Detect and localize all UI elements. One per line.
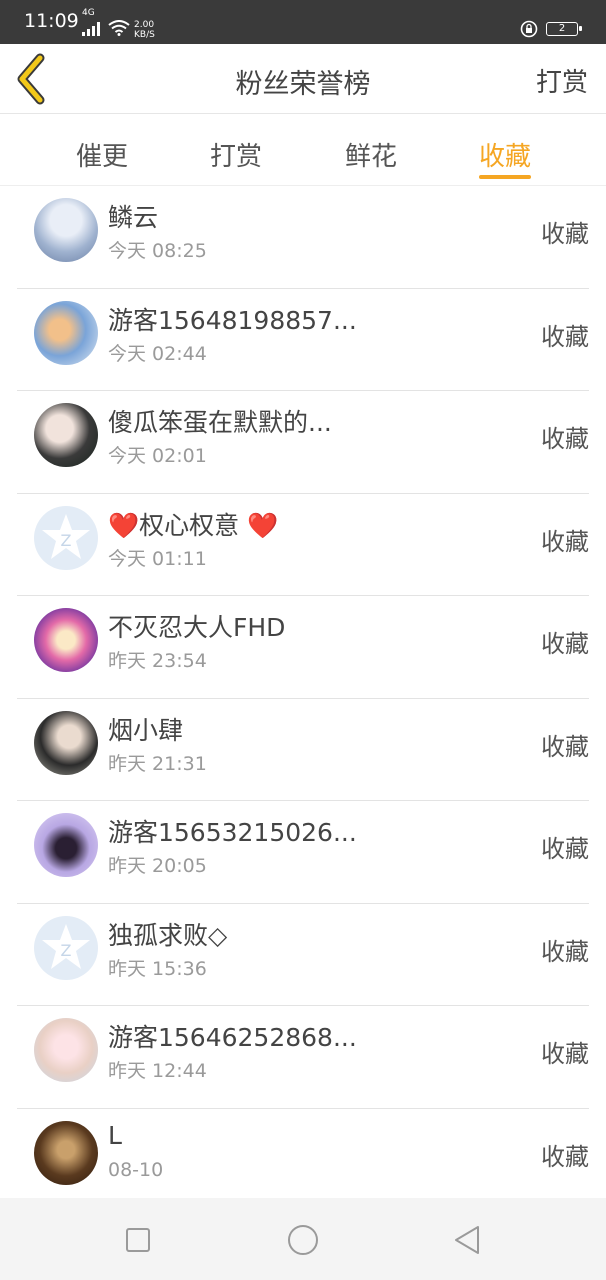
default-avatar-icon: Z: [42, 923, 90, 969]
user-name: 游客15646252868...: [108, 1023, 357, 1052]
list-item[interactable]: L 08-10 收藏: [17, 1109, 589, 1199]
user-time: 昨天 23:54: [108, 650, 207, 672]
user-time: 08-10: [108, 1158, 164, 1181]
square-icon[interactable]: [118, 1220, 158, 1260]
user-time: 昨天 15:36: [108, 957, 207, 980]
avatar: Z: [34, 915, 98, 980]
user-name: 不灭忍大人FHD: [108, 613, 286, 642]
user-name: 游客15648198857...: [108, 305, 357, 335]
rotation-lock-icon: [520, 20, 538, 38]
list-item[interactable]: Z 独孤求败◇ 昨天 15:36 收藏: [17, 904, 589, 1006]
tab-urge[interactable]: 催更: [42, 136, 162, 173]
app-header: 粉丝荣誉榜 打赏: [0, 44, 606, 114]
signal-icon: [82, 22, 100, 36]
triangle-back-icon[interactable]: [448, 1220, 488, 1260]
action-label: 收藏: [541, 1142, 589, 1171]
action-label: 收藏: [541, 220, 589, 248]
list-item[interactable]: 游客15646252868... 昨天 12:44 收藏: [17, 1006, 589, 1109]
tab-reward[interactable]: 打赏: [176, 136, 296, 173]
wifi-icon: [108, 20, 130, 36]
tab-favorites[interactable]: 收藏: [445, 136, 565, 173]
action-label: 收藏: [541, 937, 589, 966]
list-item[interactable]: 游客15648198857... 今天 02:44 收藏: [17, 289, 589, 391]
circle-icon[interactable]: [283, 1220, 323, 1260]
system-nav-bar: [0, 1198, 606, 1280]
user-name: ❤️权心权意 ❤️: [108, 510, 279, 540]
reward-button[interactable]: 打赏: [536, 62, 588, 99]
avatar: [34, 300, 98, 365]
user-time: 今天 08:25: [108, 240, 207, 262]
user-time: 昨天 21:31: [108, 752, 207, 775]
action-label: 收藏: [541, 630, 589, 658]
status-time: 11:09: [24, 10, 79, 32]
tab-bar: 催更 打赏 鲜花 收藏: [0, 114, 606, 186]
default-avatar-icon: Z: [42, 513, 90, 559]
action-label: 收藏: [541, 322, 589, 351]
tab-flowers[interactable]: 鲜花: [311, 136, 431, 173]
status-bar: 11:09 4G 2.00 KB/S 2: [0, 0, 606, 44]
avatar: [34, 608, 98, 672]
avatar: Z: [34, 505, 98, 570]
avatar: [34, 710, 98, 775]
avatar: [34, 198, 98, 262]
avatar: [34, 403, 98, 467]
svg-text:Z: Z: [61, 941, 72, 960]
svg-text:Z: Z: [61, 531, 72, 550]
avatar: [34, 1018, 98, 1082]
list-item[interactable]: 鳞云 今天 08:25 收藏: [17, 186, 589, 289]
user-time: 今天 01:11: [108, 547, 207, 570]
action-label: 收藏: [541, 835, 589, 863]
user-name: 鳞云: [108, 203, 159, 232]
battery-level: 2: [558, 23, 566, 34]
action-label: 收藏: [541, 425, 589, 453]
list-item[interactable]: Z ❤️权心权意 ❤️ 今天 01:11 收藏: [17, 494, 589, 596]
net-speed-unit: KB/S: [134, 30, 155, 40]
user-time: 今天 02:01: [108, 445, 207, 467]
user-name: 烟小肆: [108, 715, 184, 745]
avatar: [34, 1120, 98, 1185]
user-name: 游客15653215026...: [108, 818, 357, 847]
list-item[interactable]: 烟小肆 昨天 21:31 收藏: [17, 699, 589, 801]
network-type: 4G: [82, 8, 95, 18]
user-time: 今天 02:44: [108, 342, 207, 365]
user-name: 傻瓜笨蛋在默默的...: [108, 408, 332, 437]
active-tab-indicator: [479, 175, 531, 179]
net-speed: 2.00 KB/S: [134, 20, 155, 40]
list-item[interactable]: 不灭忍大人FHD 昨天 23:54 收藏: [17, 596, 589, 699]
fan-list: 鳞云 今天 08:25 收藏 游客15648198857... 今天 02:44…: [0, 186, 606, 1198]
avatar: [34, 813, 98, 877]
action-label: 收藏: [541, 527, 589, 556]
battery-icon: 2: [546, 22, 582, 36]
action-label: 收藏: [541, 732, 589, 761]
list-item[interactable]: 傻瓜笨蛋在默默的... 今天 02:01 收藏: [17, 391, 589, 494]
user-time: 昨天 20:05: [108, 855, 207, 877]
user-name: L: [108, 1120, 122, 1150]
user-name: 独孤求败◇: [108, 920, 228, 950]
net-speed-value: 2.00: [134, 20, 155, 30]
action-label: 收藏: [541, 1040, 589, 1068]
page-title: 粉丝荣誉榜: [235, 69, 371, 100]
user-time: 昨天 12:44: [108, 1060, 207, 1082]
list-item[interactable]: 游客15653215026... 昨天 20:05 收藏: [17, 801, 589, 904]
